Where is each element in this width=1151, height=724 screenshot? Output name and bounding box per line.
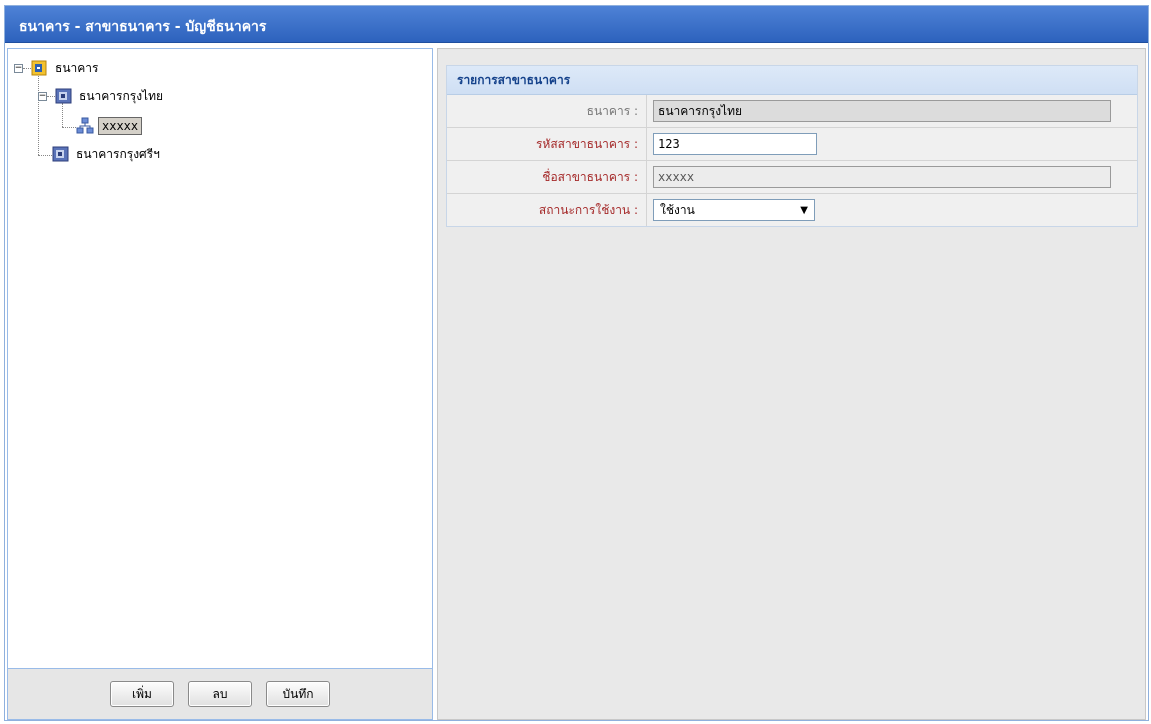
tree-node-label-selected: xxxxx (98, 117, 143, 135)
bank-label: ธนาคาร : (447, 95, 647, 127)
form-row-status: สถานะการใช้งาน : ใช้งาน ▼ (447, 194, 1137, 226)
branch-code-label: รหัสสาขาธนาคาร : (447, 128, 647, 160)
tree-node-label: ธนาคารกรุงไทย (79, 88, 164, 103)
chevron-down-icon[interactable]: ▼ (800, 205, 808, 216)
add-button[interactable]: เพิ่ม (110, 681, 174, 707)
tree-node-label: ธนาคาร (55, 60, 99, 75)
status-select[interactable]: ใช้งาน ▼ (653, 199, 815, 221)
detail-panel: รายการสาขาธนาคาร ธนาคาร : รหัสสาขาธนาคาร… (437, 48, 1146, 720)
form-row-branch-name: ชื่อสาขาธนาคาร : (447, 161, 1137, 194)
window-title: ธนาคาร - สาขาธนาคาร - บัญชีธนาคาร (19, 19, 267, 35)
status-select-value: ใช้งาน (660, 202, 695, 217)
title-bar: ธนาคาร - สาขาธนาคาร - บัญชีธนาคาร (5, 6, 1148, 43)
tree-node-bank[interactable]: − ธนาคารกรุงไทย (38, 85, 163, 107)
action-bar: เพิ่ม ลบ บันทึก (8, 668, 432, 719)
branch-name-input[interactable] (653, 166, 1111, 188)
branch-icon (76, 117, 94, 135)
bank-field (653, 100, 1111, 122)
collapse-icon[interactable]: − (14, 63, 23, 73)
bank-icon (52, 145, 70, 163)
main-window: ธนาคาร - สาขาธนาคาร - บัญชีธนาคาร − ธนาค… (4, 5, 1149, 721)
tree-node-branch[interactable]: xxxxx (76, 115, 143, 137)
delete-button[interactable]: ลบ (188, 681, 252, 707)
collapse-icon[interactable]: − (38, 91, 47, 101)
branch-name-label: ชื่อสาขาธนาคาร : (447, 161, 647, 193)
status-label: สถานะการใช้งาน : (447, 194, 647, 226)
bank-icon (55, 87, 73, 105)
branch-form: รายการสาขาธนาคาร ธนาคาร : รหัสสาขาธนาคาร… (446, 65, 1138, 227)
tree-node-root[interactable]: − ธนาคาร (14, 57, 98, 79)
form-header: รายการสาขาธนาคาร (447, 66, 1137, 95)
tree-node-label: ธนาคารกรุงศรีฯ (76, 146, 160, 161)
folder-icon (31, 59, 49, 77)
tree-node-bank[interactable]: ธนาคารกรุงศรีฯ (52, 143, 160, 165)
branch-code-input[interactable] (653, 133, 817, 155)
form-row-branch-code: รหัสสาขาธนาคาร : (447, 128, 1137, 161)
form-row-bank: ธนาคาร : (447, 95, 1137, 128)
save-button[interactable]: บันทึก (266, 681, 330, 707)
tree-panel: − ธนาคาร − ธนาคารกรุงไทย xxxxx ธนาคารกรุ… (7, 48, 433, 720)
